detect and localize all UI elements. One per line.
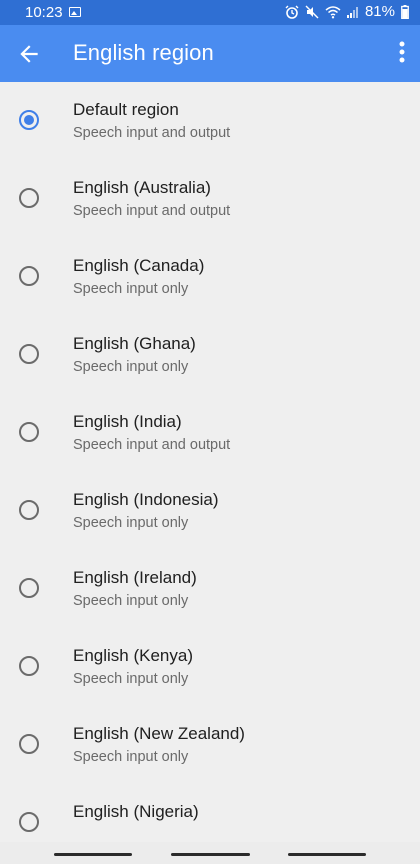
status-time: 10:23 [25, 4, 63, 21]
region-label: Default region [73, 100, 179, 119]
region-list: Default region Speech input and output Eng… [0, 82, 420, 842]
radio-button[interactable] [19, 812, 39, 832]
signal-icon [346, 6, 358, 18]
region-label: English (Ghana) [73, 334, 196, 353]
region-subtitle: Speech input only [73, 593, 189, 609]
battery-icon [401, 4, 409, 19]
region-subtitle: Speech input only [73, 515, 189, 531]
region-option[interactable]: English (Indonesia) Speech input only [0, 472, 420, 550]
gallery-icon [69, 7, 81, 17]
nav-back-button[interactable] [288, 853, 366, 856]
region-subtitle: Speech input only [73, 359, 189, 375]
region-subtitle: Speech input and output [73, 125, 231, 141]
nav-home-button[interactable] [171, 853, 250, 856]
radio-button[interactable] [19, 344, 39, 364]
region-label: English (Canada) [73, 256, 205, 275]
status-icons: 81% [285, 3, 409, 20]
navigation-bar [0, 842, 420, 864]
region-option[interactable]: Default region Speech input and output [0, 82, 420, 160]
radio-button[interactable] [19, 656, 39, 676]
region-option[interactable]: English (Ireland) Speech input only [0, 550, 420, 628]
region-option[interactable]: English (Canada) Speech input only [0, 238, 420, 316]
region-option[interactable]: English (Ghana) Speech input only [0, 316, 420, 394]
app-bar: English region [0, 25, 420, 82]
region-option[interactable]: English (India) Speech input and output [0, 394, 420, 472]
page-title: English region [73, 40, 214, 65]
radio-button[interactable] [19, 266, 39, 286]
region-label: English (Indonesia) [73, 490, 219, 509]
more-vert-icon[interactable] [398, 40, 406, 66]
arrow-back-icon[interactable] [16, 41, 42, 67]
region-label: English (Kenya) [73, 646, 194, 665]
region-label: English (New Zealand) [73, 724, 245, 743]
region-label: English (India) [73, 412, 182, 431]
alarm-icon [285, 5, 299, 19]
wifi-icon [325, 5, 341, 18]
region-option[interactable]: English (Nigeria) [0, 784, 420, 842]
battery-percent: 81% [364, 3, 395, 20]
mute-icon [305, 5, 319, 18]
region-subtitle: Speech input and output [73, 203, 231, 219]
radio-button[interactable] [19, 188, 39, 208]
region-label: English (Ireland) [73, 568, 197, 587]
radio-button[interactable] [19, 500, 39, 520]
region-subtitle: Speech input only [73, 749, 189, 765]
region-subtitle: Speech input only [73, 671, 189, 687]
radio-button[interactable] [19, 734, 39, 754]
region-label: English (Nigeria) [73, 802, 199, 821]
region-subtitle: Speech input only [73, 281, 189, 297]
region-subtitle: Speech input and output [73, 437, 231, 453]
radio-button[interactable] [19, 578, 39, 598]
radio-button-checked[interactable] [19, 110, 39, 130]
region-option[interactable]: English (New Zealand) Speech input only [0, 706, 420, 784]
nav-recents-button[interactable] [54, 853, 132, 856]
region-option[interactable]: English (Kenya) Speech input only [0, 628, 420, 706]
region-option[interactable]: English (Australia) Speech input and outp… [0, 160, 420, 238]
status-bar: 10:23 81% [0, 0, 420, 25]
radio-button[interactable] [19, 422, 39, 442]
region-label: English (Australia) [73, 178, 211, 197]
